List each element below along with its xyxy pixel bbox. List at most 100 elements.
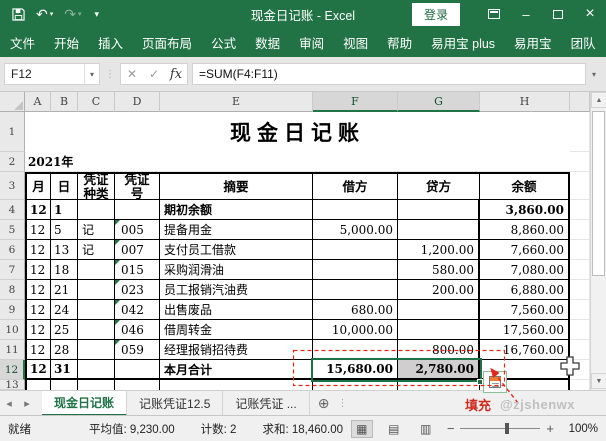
redo-button[interactable]: ↷▾ <box>60 2 85 26</box>
column-header-G[interactable]: G <box>398 92 480 112</box>
cell-credit[interactable] <box>398 300 480 320</box>
cell-voucher-type[interactable] <box>78 360 115 380</box>
header-voucher-type[interactable]: 凭证种类 <box>78 172 115 200</box>
sheet-title-cell[interactable]: 现金日记账 <box>25 112 570 152</box>
fill-options-button[interactable] <box>483 371 507 393</box>
sheet-tab-0[interactable]: 现金日记账 <box>42 391 127 416</box>
ribbon-tab-10[interactable]: 易用宝 <box>514 28 552 57</box>
formula-input[interactable]: =SUM(F4:F11) <box>192 63 586 85</box>
cell-credit[interactable] <box>398 200 480 220</box>
header-voucher-no[interactable]: 凭证号 <box>115 172 160 200</box>
cell-voucher-type[interactable] <box>78 300 115 320</box>
zoom-level[interactable]: 100% <box>564 423 598 435</box>
column-header-H[interactable]: H <box>480 92 570 112</box>
cell-voucher-type[interactable]: 记 <box>78 240 115 260</box>
cell-month[interactable]: 12 <box>25 260 51 280</box>
enter-icon[interactable]: ✓ <box>143 67 165 81</box>
cell-summary[interactable]: 提备用金 <box>160 220 313 240</box>
cell-voucher-no[interactable]: 005 <box>115 220 160 240</box>
empty-cell[interactable] <box>570 172 590 200</box>
cell-month[interactable]: 12 <box>25 280 51 300</box>
cell-month[interactable]: 12 <box>25 200 51 220</box>
cell-credit[interactable]: 200.00 <box>398 280 480 300</box>
sheet-tab-1[interactable]: 记账凭证12.5 <box>127 391 223 416</box>
cell-balance[interactable]: 7,560.00 <box>480 300 570 320</box>
cell-day[interactable]: 13 <box>51 240 78 260</box>
header-credit[interactable]: 贷方 <box>398 172 480 200</box>
scroll-down-icon[interactable]: ▼ <box>591 373 606 389</box>
header-summary[interactable]: 摘要 <box>160 172 313 200</box>
cell-month[interactable]: 12 <box>25 220 51 240</box>
page-layout-view-icon[interactable]: ▤ <box>383 420 405 438</box>
cell-month[interactable]: 12 <box>25 320 51 340</box>
row-number[interactable]: 4 <box>0 200 25 220</box>
header-month[interactable]: 月 <box>25 172 51 200</box>
cell-voucher-no[interactable]: 042 <box>115 300 160 320</box>
cell-summary[interactable]: 借周转金 <box>160 320 313 340</box>
row-number[interactable]: 2 <box>0 152 25 172</box>
cell-voucher-no[interactable] <box>115 360 160 380</box>
empty-cell[interactable] <box>115 380 160 390</box>
tab-nav-right-icon[interactable]: ▸ <box>18 397 36 410</box>
name-box-dropdown-icon[interactable]: ▾ <box>84 64 99 84</box>
expand-formula-bar-icon[interactable]: ▾ <box>586 70 602 79</box>
empty-cell[interactable] <box>570 300 590 320</box>
zoom-out-icon[interactable]: − <box>447 421 455 436</box>
column-header-C[interactable]: C <box>78 92 115 112</box>
cell-month[interactable]: 12 <box>25 300 51 320</box>
cell-debit[interactable] <box>313 240 398 260</box>
row-number[interactable]: 11 <box>0 340 25 360</box>
ribbon-tab-4[interactable]: 公式 <box>211 28 236 57</box>
insert-function-icon[interactable]: fx <box>165 67 187 82</box>
empty-cell[interactable] <box>25 380 51 390</box>
cell-summary[interactable]: 员工报销汽油费 <box>160 280 313 300</box>
cell-debit[interactable] <box>313 340 398 360</box>
cancel-icon[interactable]: ✕ <box>121 67 143 81</box>
cell-summary[interactable]: 支付员工借款 <box>160 240 313 260</box>
close-button[interactable]: × <box>574 0 606 28</box>
empty-cell[interactable] <box>313 380 398 390</box>
empty-cell[interactable] <box>570 220 590 240</box>
cell-debit[interactable]: 10,000.00 <box>313 320 398 340</box>
cell-credit[interactable]: 2,780.00 <box>398 360 480 380</box>
cell-credit[interactable]: 580.00 <box>398 260 480 280</box>
normal-view-icon[interactable]: ▦ <box>351 420 373 438</box>
empty-cell[interactable] <box>570 360 590 380</box>
row-number[interactable]: 9 <box>0 300 25 320</box>
ribbon-tab-11[interactable]: 团队 <box>571 28 596 57</box>
cell-month[interactable]: 12 <box>25 340 51 360</box>
cell-voucher-type[interactable] <box>78 260 115 280</box>
scroll-up-icon[interactable]: ▲ <box>591 92 606 108</box>
cell-voucher-no[interactable]: 015 <box>115 260 160 280</box>
empty-cell[interactable] <box>398 380 480 390</box>
cell-voucher-type[interactable] <box>78 320 115 340</box>
row-number[interactable]: 3 <box>0 172 25 200</box>
empty-cell[interactable] <box>570 380 590 390</box>
row-number[interactable]: 5 <box>0 220 25 240</box>
empty-cell[interactable] <box>570 240 590 260</box>
cell-day[interactable]: 24 <box>51 300 78 320</box>
cell-debit[interactable] <box>313 200 398 220</box>
empty-cell[interactable] <box>570 340 590 360</box>
undo-button[interactable]: ↶▾ <box>32 2 57 26</box>
cell-day[interactable]: 21 <box>51 280 78 300</box>
header-balance[interactable]: 余额 <box>480 172 570 200</box>
cell-balance[interactable]: 8,860.00 <box>480 220 570 240</box>
row-number[interactable]: 1 <box>0 112 25 152</box>
empty-cell[interactable] <box>570 260 590 280</box>
cell-day[interactable]: 28 <box>51 340 78 360</box>
empty-cell[interactable] <box>51 380 78 390</box>
row-number[interactable]: 8 <box>0 280 25 300</box>
empty-cell[interactable] <box>160 380 313 390</box>
cell-summary[interactable]: 出售废品 <box>160 300 313 320</box>
ribbon-tab-9[interactable]: 易用宝 plus <box>431 28 495 57</box>
cell-balance[interactable]: 7,080.00 <box>480 260 570 280</box>
sheet-tab-2[interactable]: 记账凭证 ... <box>223 391 309 416</box>
cell-summary[interactable]: 本月合计 <box>160 360 313 380</box>
cell-day[interactable]: 5 <box>51 220 78 240</box>
minimize-button[interactable]: – <box>510 0 542 28</box>
empty-cell[interactable] <box>570 200 590 220</box>
column-header-B[interactable]: B <box>51 92 78 112</box>
cell-voucher-type[interactable] <box>78 280 115 300</box>
page-break-view-icon[interactable]: ▥ <box>415 420 437 438</box>
